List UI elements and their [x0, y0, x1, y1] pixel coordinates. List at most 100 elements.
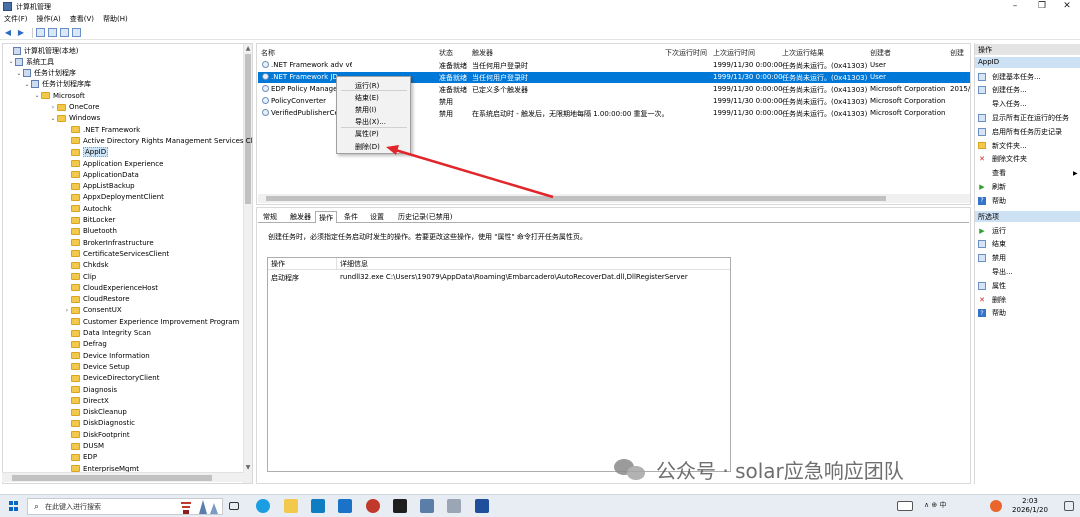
tree-item[interactable]: DiskFootprint [63, 429, 130, 440]
tree-item[interactable]: Defrag [63, 339, 107, 350]
actions-section-selected[interactable]: 所选项 [975, 211, 1080, 222]
collapse-chevron-icon[interactable]: ⌄ [23, 81, 31, 88]
column-header-author[interactable]: 创建者 [870, 48, 891, 58]
column-header-created[interactable]: 创建 [950, 48, 964, 58]
store-icon[interactable] [311, 499, 325, 513]
tree-horizontal-scrollbar[interactable] [2, 472, 244, 482]
tree-vertical-scrollbar[interactable]: ▲ ▼ [243, 44, 252, 483]
scroll-thumb[interactable] [12, 475, 212, 481]
tray-app-icon[interactable] [990, 500, 1002, 512]
collapse-chevron-icon[interactable]: ⌄ [15, 70, 23, 77]
tree-item[interactable]: Device Information [63, 350, 150, 361]
tree-item[interactable]: ⌄ 任务计划程序库 [23, 79, 91, 90]
details-tab[interactable]: 常规 [260, 211, 280, 223]
action-item[interactable]: 创建基本任务... [978, 71, 1041, 82]
action-item[interactable]: ✕ 删除文件夹 [978, 154, 1027, 165]
grid-header-action[interactable]: 操作 [271, 259, 285, 269]
context-menu-item[interactable]: 导出(X)... [355, 117, 386, 127]
context-menu-item[interactable]: 禁用(I) [355, 105, 377, 115]
tree-item[interactable]: Chkdsk [63, 260, 109, 271]
column-header-trigger[interactable]: 触发器 [472, 48, 493, 58]
details-tab[interactable]: 历史记录(已禁用) [395, 211, 455, 223]
tree-item[interactable]: DirectX [63, 395, 109, 406]
scroll-thumb[interactable] [266, 196, 886, 201]
tree-item[interactable]: ⌄ Microsoft [33, 90, 84, 101]
scroll-up-icon[interactable]: ▲ [244, 45, 252, 52]
properties-icon[interactable] [72, 28, 81, 37]
tree-item[interactable]: 计算机管理(本地) [5, 45, 78, 56]
action-item[interactable]: 启用所有任务历史记录 [978, 126, 1062, 137]
tree-item[interactable]: Diagnosis [63, 384, 117, 395]
action-item[interactable]: 创建任务... [978, 85, 1027, 96]
action-item[interactable]: 导出... [978, 266, 1013, 277]
action-item[interactable]: 禁用 [978, 253, 1006, 264]
scroll-thumb[interactable] [245, 54, 251, 204]
tree-item[interactable]: ⌄ 系统工具 [7, 56, 54, 67]
column-header-name[interactable]: 名称 [261, 48, 275, 58]
tree-item[interactable]: Bluetooth [63, 226, 117, 237]
tree-item[interactable]: Autochk [63, 203, 112, 214]
powershell-icon[interactable] [475, 499, 489, 513]
task-row[interactable]: .NET Framework adv v6.0.4232 准备就绪当任何用户登录时… [258, 60, 970, 71]
tree-item[interactable]: DiskCleanup [63, 407, 127, 418]
tree-item[interactable]: ⌄ 任务计划程序 [15, 68, 76, 79]
edge-browser-icon[interactable] [256, 499, 270, 513]
close-button[interactable]: ✕ [1052, 0, 1080, 13]
column-header-status[interactable]: 状态 [439, 48, 453, 58]
column-header-next-run[interactable]: 下次运行时间 [665, 48, 707, 58]
details-tab[interactable]: 触发器 [287, 211, 314, 223]
action-item[interactable]: ▶ 运行 [978, 225, 1006, 236]
tree-item[interactable]: AppID [63, 147, 109, 158]
scroll-down-icon[interactable]: ▼ [244, 464, 252, 471]
menu-help[interactable]: 帮助(H) [103, 14, 128, 24]
taskbar-clock[interactable]: 2:03 2026/1/20 [1010, 497, 1050, 515]
task-list-horizontal-scrollbar[interactable] [258, 194, 970, 203]
menu-file[interactable]: 文件(F) [4, 14, 28, 24]
back-icon[interactable]: ◀ [3, 28, 13, 38]
menu-action[interactable]: 操作(A) [37, 14, 61, 24]
mail-icon[interactable] [338, 499, 352, 513]
tree-item[interactable]: Customer Experience Improvement Program [63, 316, 239, 327]
notification-icon[interactable] [1064, 501, 1074, 511]
app-icon[interactable] [447, 499, 461, 513]
action-item[interactable]: 结束 [978, 239, 1006, 250]
forward-icon[interactable]: ▶ [16, 28, 26, 38]
tree-item[interactable]: DUSM [63, 441, 104, 452]
tree-item[interactable]: ⌄ Windows [49, 113, 100, 124]
details-tab[interactable]: 操作 [315, 211, 337, 223]
tree-item[interactable]: Clip [63, 271, 96, 282]
tree-item[interactable]: .NET Framework [63, 124, 140, 135]
tree-item[interactable]: ApplicationData [63, 169, 139, 180]
tree-item[interactable]: › ConsentUX [63, 305, 122, 316]
column-header-last-run[interactable]: 上次运行时间 [713, 48, 755, 58]
tree-item[interactable]: › OneCore [49, 102, 100, 113]
help-icon[interactable] [60, 28, 69, 37]
tree-item[interactable]: CertificateServicesClient [63, 248, 169, 259]
tree-item[interactable]: CloudRestore [63, 294, 130, 305]
collapse-chevron-icon[interactable]: ⌄ [33, 92, 41, 99]
action-item[interactable]: 导入任务... [978, 99, 1027, 110]
context-menu-item[interactable]: 删除(D) [355, 142, 380, 152]
tree-item[interactable]: Active Directory Rights Management Servi… [63, 135, 252, 146]
grid-cell-detail[interactable]: rundll32.exe C:\Users\19079\AppData\Roam… [340, 273, 688, 281]
tree-item[interactable]: DeviceDirectoryClient [63, 373, 159, 384]
up-folder-icon[interactable] [36, 28, 45, 37]
tree-item[interactable]: AppxDeploymentClient [63, 192, 164, 203]
expand-chevron-icon[interactable]: › [63, 307, 71, 314]
minimize-button[interactable]: – [1000, 0, 1030, 13]
action-item[interactable]: ✕ 删除 [978, 294, 1006, 305]
action-item[interactable]: 新文件夹... [978, 140, 1027, 151]
collapse-chevron-icon[interactable]: ⌄ [7, 58, 15, 65]
terminal-icon[interactable] [393, 499, 407, 513]
context-menu-item[interactable]: 属性(P) [355, 129, 379, 139]
task-view-icon[interactable] [229, 502, 239, 510]
tree-item[interactable]: Data Integrity Scan [63, 328, 151, 339]
column-header-last-result[interactable]: 上次运行结果 [782, 48, 824, 58]
system-tray[interactable]: ∧ ⊕ 中 [924, 500, 946, 510]
tree-item[interactable]: AppListBackup [63, 181, 135, 192]
grid-cell-action[interactable]: 启动程序 [271, 273, 299, 283]
tree-item[interactable]: DiskDiagnostic [63, 418, 135, 429]
expand-chevron-icon[interactable]: › [49, 104, 57, 111]
action-item[interactable]: ▶ 刷新 [978, 181, 1006, 192]
show-hide-tree-icon[interactable] [48, 28, 57, 37]
